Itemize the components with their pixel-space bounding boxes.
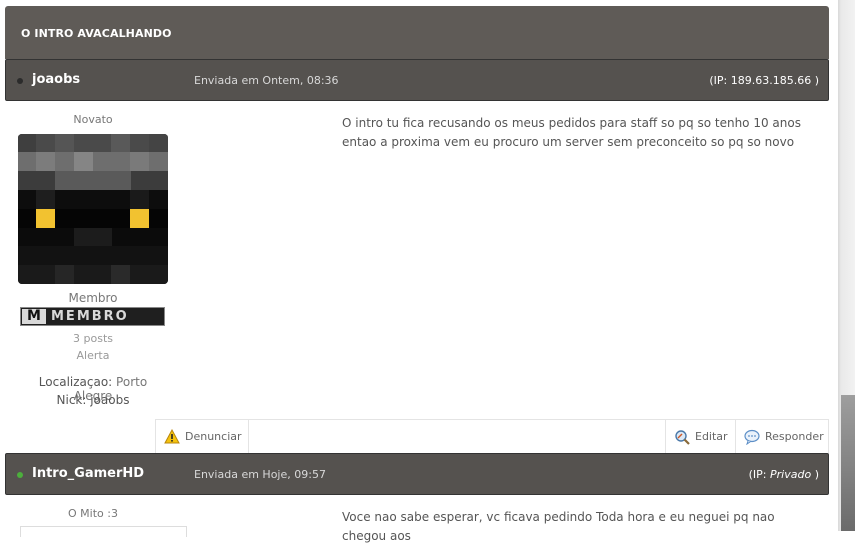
post-author-link[interactable]: Intro_GamerHD <box>32 466 144 481</box>
avatar-frame <box>20 526 187 537</box>
page-edge <box>838 0 855 531</box>
rank-badge-text: MEMBRO <box>51 309 129 324</box>
page-edge-shadow <box>841 395 855 531</box>
topic-title-bar: O INTRO AVACALHANDO <box>5 6 829 59</box>
post-body: Voce nao sabe esperar, vc ficava pedindo… <box>342 510 775 543</box>
user-nick: Nick: joaobs <box>56 393 130 407</box>
warning-icon <box>164 428 180 445</box>
post-date: Enviada em Hoje, 09:57 <box>194 468 326 481</box>
user-post-count: 3 posts <box>73 332 113 345</box>
user-group: Membro <box>68 291 118 305</box>
post-header: joaobs Enviada em Ontem, 08:36 (IP: 189.… <box>5 59 829 101</box>
topic-title: O INTRO AVACALHANDO <box>21 27 172 40</box>
post-body: O intro tu fica recusando os meus pedido… <box>342 116 801 149</box>
offline-status-dot-icon <box>17 78 23 84</box>
ip-value: 189.63.185.66 <box>730 74 812 87</box>
post-actions-bar: Denunciar Editar Responder <box>155 419 829 454</box>
post-date: Enviada em Ontem, 08:36 <box>194 74 339 87</box>
post-author-link[interactable]: joaobs <box>32 72 80 87</box>
online-status-dot-icon <box>17 472 23 478</box>
edit-button[interactable]: Editar <box>665 420 735 453</box>
reply-button[interactable]: Responder <box>735 420 828 453</box>
reply-icon <box>744 429 760 445</box>
post-ip: (IP: Privado ) <box>748 468 819 481</box>
post-header: Intro_GamerHD Enviada em Hoje, 09:57 (IP… <box>5 453 829 495</box>
user-rank-title: Novato <box>73 113 113 126</box>
user-warning-link[interactable]: Alerta <box>18 349 168 362</box>
rank-badge-image: M MEMBRO <box>20 307 165 326</box>
rank-badge-letter: M <box>22 309 46 324</box>
user-rank-title: O Mito :3 <box>68 507 118 520</box>
report-button[interactable]: Denunciar <box>156 420 249 453</box>
ip-value: Privado <box>770 468 812 481</box>
edit-icon <box>674 429 690 445</box>
avatar[interactable] <box>18 134 168 284</box>
post-ip: (IP: 189.63.185.66 ) <box>709 74 819 87</box>
